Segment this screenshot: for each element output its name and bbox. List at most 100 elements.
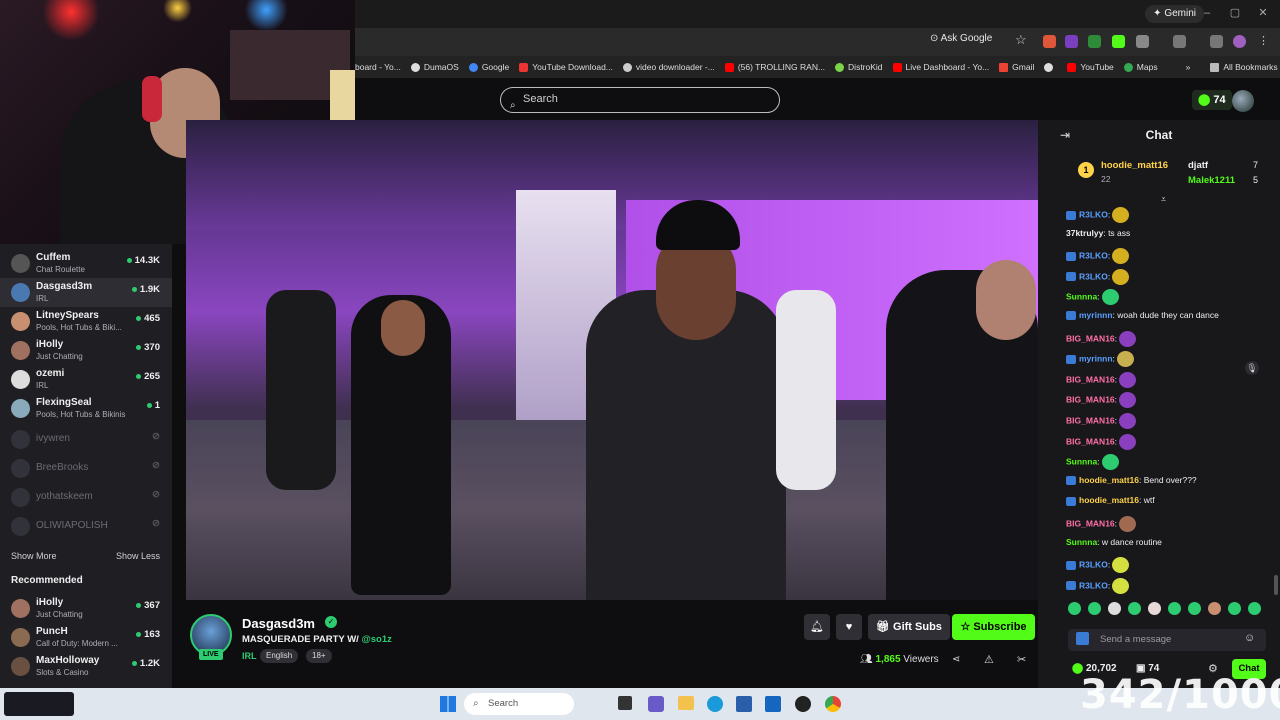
emote-shortcut-icon[interactable] xyxy=(1068,602,1081,615)
category-link[interactable]: IRL xyxy=(242,651,257,661)
emote-shortcut-icon[interactable] xyxy=(1148,602,1161,615)
bookmark-item[interactable]: board - Yo... xyxy=(355,62,401,72)
emote-shortcut-icon[interactable] xyxy=(1128,602,1141,615)
task-view-icon[interactable] xyxy=(618,696,632,710)
puzzle-icon[interactable] xyxy=(1136,35,1149,48)
emote-shortcut-icon[interactable] xyxy=(1188,602,1201,615)
sidebar-channel[interactable]: FlexingSeal Pools, Hot Tubs & Bikinis 1 xyxy=(0,394,172,423)
chat-username[interactable]: R3LKO xyxy=(1079,580,1108,590)
chat-username[interactable]: Sunnna xyxy=(1066,537,1097,547)
bookmark-item[interactable]: video downloader -... xyxy=(622,62,715,72)
minimize-icon[interactable]: – xyxy=(1200,6,1214,20)
emoji-icon[interactable]: ☺ xyxy=(1244,632,1255,644)
chat-username[interactable]: R3LKO xyxy=(1079,250,1108,260)
taskbar-search[interactable]: ⌕ Search xyxy=(464,693,574,715)
bookmark-item[interactable]: YouTube Download... xyxy=(519,62,613,72)
clip-icon[interactable]: ✂ xyxy=(1017,653,1026,666)
chat-username[interactable]: Sunnna xyxy=(1066,292,1097,302)
bookmark-item[interactable]: DistroKid xyxy=(835,62,883,72)
user-avatar[interactable] xyxy=(1232,90,1254,112)
chat-username[interactable]: R3LKO xyxy=(1079,271,1108,281)
taskbar-widget[interactable] xyxy=(4,692,74,716)
emote-shortcut-icon[interactable] xyxy=(1208,602,1221,615)
extension-icon[interactable] xyxy=(1112,35,1125,48)
extension-icon[interactable] xyxy=(1065,35,1078,48)
recommended-channel[interactable]: PuncH Call of Duty: Modern ... 163 xyxy=(0,623,172,652)
recommended-channel[interactable]: iHolly Just Chatting 367 xyxy=(0,594,172,623)
menu-icon[interactable]: ⋮ xyxy=(1258,34,1269,47)
recommended-channel[interactable]: MaxHolloway Slots & Casino 1.2K xyxy=(0,652,172,681)
chat-username[interactable]: BIG_MAN16 xyxy=(1066,333,1115,343)
chrome-icon[interactable] xyxy=(825,696,841,712)
search-input[interactable]: ⌕ Search xyxy=(500,87,780,113)
chat-message-input[interactable]: Send a message xyxy=(1068,629,1266,651)
app-icon[interactable] xyxy=(795,696,811,712)
all-bookmarks-button[interactable]: All Bookmarks xyxy=(1210,62,1278,72)
chat-username[interactable]: hoodie_matt16 xyxy=(1079,475,1139,485)
bookmark-item[interactable]: YouTube xyxy=(1067,62,1114,72)
subscribe-button[interactable]: ☆ Subscribe xyxy=(952,614,1035,640)
bookmark-item[interactable]: (56) TROLLING RAN... xyxy=(724,62,825,72)
bookmarks-overflow-icon[interactable]: » xyxy=(1186,62,1191,72)
outlook-icon[interactable] xyxy=(765,696,781,712)
sidebar-channel-offline[interactable]: OLIWIAPOLISH ⊘ xyxy=(0,512,172,541)
extension-icon[interactable] xyxy=(1043,35,1056,48)
microphone-icon[interactable]: 🎙︎ xyxy=(1245,361,1259,375)
bookmark-item[interactable] xyxy=(1044,62,1057,72)
report-icon[interactable]: ⚠ xyxy=(984,653,994,666)
file-explorer-icon[interactable] xyxy=(678,696,694,710)
show-more-link[interactable]: Show More xyxy=(11,551,57,561)
stream-tag[interactable]: English xyxy=(260,649,299,663)
share-icon[interactable]: ⋖ xyxy=(952,654,960,665)
emote-shortcut-icon[interactable] xyxy=(1108,602,1121,615)
emote-shortcut-icon[interactable] xyxy=(1248,602,1261,615)
gemini-button[interactable]: ✦ Gemini xyxy=(1145,5,1204,23)
chat-username[interactable]: Sunnna xyxy=(1066,456,1097,466)
chat-username[interactable]: R3LKO xyxy=(1079,209,1108,219)
video-player[interactable] xyxy=(186,120,1038,600)
sidebar-channel[interactable]: Cuffem Chat Roulette 14.3K xyxy=(0,249,172,278)
emote-shortcut-icon[interactable] xyxy=(1228,602,1241,615)
app-icon[interactable] xyxy=(648,696,664,712)
streamer-name[interactable]: Dasgasd3m xyxy=(242,616,315,631)
leaderboard-user[interactable]: Malek1211 xyxy=(1188,175,1235,186)
emote-shortcut-icon[interactable] xyxy=(1088,602,1101,615)
sidebar-channel-offline[interactable]: yothatskeem ⊘ xyxy=(0,483,172,512)
bookmark-item[interactable]: DumaOS xyxy=(410,62,459,72)
bookmark-item[interactable]: Gmail xyxy=(999,62,1034,72)
points-badge[interactable]: ⬤ 74 xyxy=(1192,90,1232,110)
sidebar-channel-offline[interactable]: ivywren ⊘ xyxy=(0,425,172,454)
leaderboard-user[interactable]: hoodie_matt16 xyxy=(1101,160,1168,171)
expand-leaderboard-icon[interactable]: ⩡ xyxy=(1161,194,1166,205)
heart-icon[interactable]: ♥ xyxy=(836,614,862,640)
sidepanel-icon[interactable] xyxy=(1173,35,1186,48)
chat-username[interactable]: 37ktrulyy xyxy=(1066,228,1103,238)
chat-scrollbar[interactable] xyxy=(1274,575,1278,595)
queue-icon[interactable] xyxy=(1210,35,1223,48)
extension-icon[interactable] xyxy=(1088,35,1101,48)
chat-username[interactable]: BIG_MAN16 xyxy=(1066,374,1115,384)
sidebar-channel-offline[interactable]: BreeBrooks ⊘ xyxy=(0,454,172,483)
chat-username[interactable]: hoodie_matt16 xyxy=(1079,495,1139,505)
sidebar-channel[interactable]: iHolly Just Chatting 370 xyxy=(0,336,172,365)
show-less-link[interactable]: Show Less xyxy=(116,551,160,561)
stream-title-mention[interactable]: @so1z xyxy=(361,634,391,645)
ask-google-button[interactable]: ⊙ Ask Google xyxy=(930,33,992,44)
chat-username[interactable]: BIG_MAN16 xyxy=(1066,415,1115,425)
chat-username[interactable]: R3LKO xyxy=(1079,559,1108,569)
windows-start-icon[interactable] xyxy=(440,696,456,712)
maximize-icon[interactable]: ▢ xyxy=(1228,6,1242,20)
sidebar-channel[interactable]: LitneySpears Pools, Hot Tubs & Biki... 4… xyxy=(0,307,172,336)
bell-icon[interactable]: 🔔︎ xyxy=(804,614,830,640)
sidebar-channel[interactable]: ozemi IRL 265 xyxy=(0,365,172,394)
profile-icon[interactable] xyxy=(1233,35,1246,48)
close-icon[interactable]: ✕ xyxy=(1256,6,1270,20)
bookmark-item[interactable]: Live Dashboard - Yo... xyxy=(892,62,989,72)
bookmark-item[interactable]: Maps xyxy=(1123,62,1158,72)
chat-username[interactable]: BIG_MAN16 xyxy=(1066,518,1115,528)
chat-username[interactable]: myrinnn xyxy=(1079,353,1113,363)
emote-shortcut-icon[interactable] xyxy=(1168,602,1181,615)
bookmark-star-icon[interactable]: ☆ xyxy=(1015,32,1027,48)
leaderboard-user[interactable]: djatf xyxy=(1188,160,1208,171)
chat-username[interactable]: BIG_MAN16 xyxy=(1066,395,1115,405)
